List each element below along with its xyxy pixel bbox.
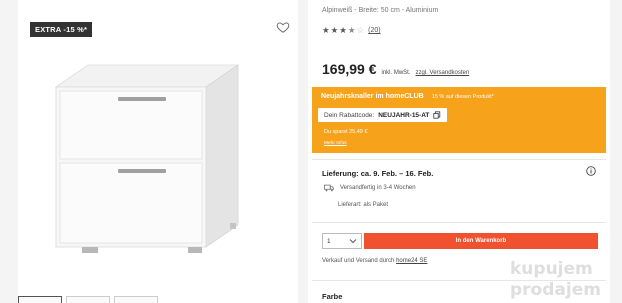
svg-text:kupujem: kupujem	[510, 259, 593, 279]
price: 169,99 €	[322, 61, 377, 77]
divider	[312, 159, 606, 160]
coupon-label: Dein Rabattcode:	[324, 111, 375, 119]
svg-text:prodajem: prodajem	[510, 280, 601, 300]
shipping-time: Versandfertig in 3-4 Wochen	[340, 185, 416, 191]
product-gallery: EXTRA -15 %*	[18, 0, 298, 303]
rating-count[interactable]: (20)	[368, 27, 380, 34]
quantity-select[interactable]: 1	[322, 233, 362, 249]
rating[interactable]: ★ ★ ★ ★ ☆ (20)	[322, 26, 381, 35]
product-image[interactable]	[48, 55, 258, 265]
seller-link[interactable]: home24 SE	[396, 258, 427, 264]
discount-badge: EXTRA -15 %*	[30, 22, 93, 37]
star-icon: ★	[330, 25, 339, 35]
copy-icon[interactable]	[433, 111, 441, 119]
seller-info: Verkauf und Versand durch home24 SE	[322, 258, 427, 264]
product-subtitle: Alpinweiß - Breite: 50 cm - Aluminium	[322, 7, 439, 14]
color-section-title: Farbe	[322, 292, 343, 301]
more-info-link[interactable]: Mehr Infos	[324, 141, 347, 146]
seller-text: Verkauf und Versand durch	[322, 258, 395, 264]
thumbnail[interactable]	[66, 296, 110, 303]
delivery-title: Lieferung: ca. 9. Feb. – 16. Feb.	[322, 169, 434, 178]
thumbnail-strip	[18, 296, 298, 303]
thumbnail[interactable]	[114, 296, 158, 303]
shipping-row: Versandfertig in 3-4 Wochen	[324, 184, 416, 192]
delivery-type: Lieferart: als Paket	[338, 202, 389, 208]
coupon-code: NEUJAHR-15-AT	[378, 111, 430, 119]
price-row: 169,99 € inkl. MwSt. zzgl. Versandkosten	[322, 61, 469, 77]
add-to-cart-button[interactable]: In den Warenkorb	[364, 233, 598, 249]
star-icon: ☆	[356, 25, 365, 35]
chevron-down-icon	[349, 239, 357, 244]
heart-icon[interactable]	[276, 20, 290, 34]
truck-icon	[324, 184, 334, 192]
star-icon: ★	[347, 25, 356, 35]
divider	[312, 222, 606, 223]
shipping-costs-link[interactable]: zzgl. Versandkosten	[416, 70, 470, 76]
info-icon[interactable]	[586, 166, 596, 176]
promo-box: Neujahrsknaller im homeCLUB 15 % auf die…	[312, 87, 606, 153]
star-icon: ★	[339, 25, 347, 35]
savings-text: Du sparst 25,49 €	[324, 129, 368, 135]
quantity-value: 1	[327, 237, 331, 245]
price-note: inkl. MwSt.	[381, 70, 411, 76]
watermark-logo: kupujem prodajem	[510, 259, 601, 300]
promo-title: Neujahrsknaller im homeCLUB	[321, 93, 424, 100]
star-icon: ★	[322, 25, 330, 35]
promo-subtitle: 15 % auf diesen Produkt*	[431, 94, 494, 100]
thumbnail[interactable]	[18, 296, 62, 303]
coupon-box[interactable]: Dein Rabattcode: NEUJAHR-15-AT	[318, 108, 448, 122]
